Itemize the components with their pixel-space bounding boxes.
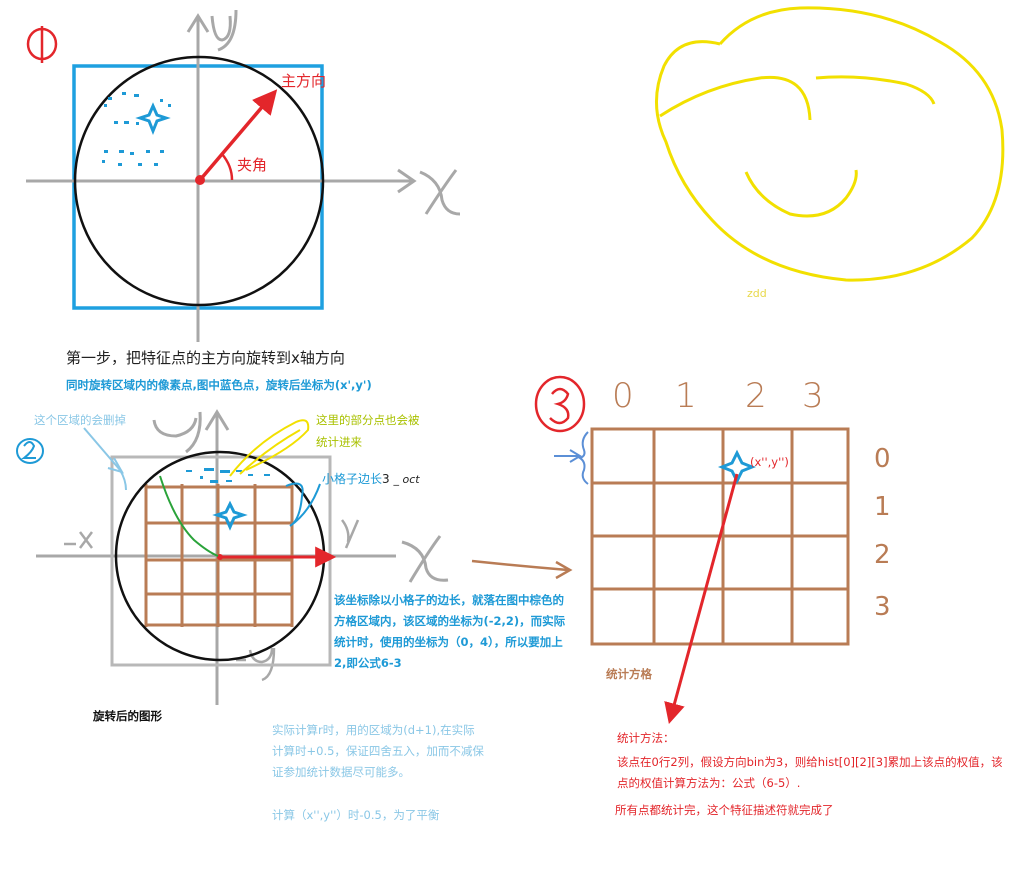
step1-marker-icon bbox=[26, 26, 58, 63]
panel3-method-body: 该点在0行2列，假设方向bin为3，则给hist[0][2][3]累加上该点的权… bbox=[617, 755, 1003, 790]
step1-note: 同时旋转区域内的像素点,图中蓝色点，旋转后坐标为(x',y') bbox=[66, 378, 372, 392]
panel2-yellow-scribble bbox=[229, 419, 310, 477]
panel3-col-header-1: 1 bbox=[675, 376, 697, 416]
panel3-row-header-1: 1 bbox=[874, 492, 891, 522]
panel3-row-header-3: 3 bbox=[874, 592, 891, 622]
panel3-col-header-2: 2 bbox=[745, 376, 767, 416]
panel3-conclusion: 所有点都统计完，这个特征描述符就完成了 bbox=[615, 803, 834, 817]
panel2-x-small-letter bbox=[341, 519, 360, 549]
panel1-y-letter bbox=[210, 9, 238, 52]
panel1-drawing bbox=[26, 9, 461, 342]
panel3-col-header-3: 3 bbox=[802, 376, 824, 416]
panel2-partial-points-note-2: 统计进来 bbox=[316, 435, 362, 449]
panel3-grid-caption: 统计方格 bbox=[606, 667, 652, 681]
panel3-blue-bracket bbox=[554, 431, 589, 485]
panel2-x-letter bbox=[401, 535, 449, 583]
step2-marker-icon bbox=[16, 438, 44, 464]
panel2-coordinate-explanation: 该坐标除以小格子的边长，就落在图中棕色的方格区域内，该区域的坐标为(-2,2)，… bbox=[334, 593, 566, 670]
cell-side-sigma: _ oct bbox=[393, 473, 420, 486]
panel3-method-title: 统计方法： bbox=[617, 731, 675, 745]
panel3-row-header-0: 0 bbox=[874, 444, 891, 474]
step1-text: 第一步，把特征点的主方向旋转到x轴方向 bbox=[66, 349, 345, 367]
panel3-red-arrow bbox=[664, 473, 739, 725]
panel1-angle-arc bbox=[221, 153, 234, 181]
panel2-deleted-region-note: 这个区域的会删掉 bbox=[34, 413, 126, 427]
panel1-x-letter bbox=[419, 169, 461, 216]
cell-side-3: 3 bbox=[382, 472, 390, 486]
panel2-blue-pixels bbox=[186, 468, 270, 483]
smiley-signature: zdd bbox=[747, 287, 767, 300]
panel2-y-letter bbox=[152, 411, 202, 454]
panel1-main-direction-label: 主方向 bbox=[281, 72, 327, 90]
panel1-keypoint-dot bbox=[195, 175, 205, 185]
smiley-doodle bbox=[654, 6, 1005, 282]
panel2-to-panel3-arrow bbox=[471, 559, 569, 572]
panel3-point-label: (x'',y'') bbox=[750, 455, 789, 469]
panel2-cell-side-label: 小格子边长3 _ oct bbox=[322, 471, 420, 488]
panel3-drawing bbox=[534, 375, 850, 725]
panel2-delete-arrow bbox=[83, 427, 127, 491]
diagram-canvas bbox=[16, 6, 1005, 725]
panel2-neg-x-letter bbox=[64, 531, 93, 549]
panel2-xy-note: 计算（x'',y''）时-0.5，为了平衡 bbox=[272, 808, 440, 822]
panel3-row-header-2: 2 bbox=[874, 540, 891, 570]
step3-marker-icon bbox=[534, 375, 586, 433]
panel3-col-header-0: 0 bbox=[612, 376, 634, 416]
panel2-rotated-caption: 旋转后的图形 bbox=[93, 709, 162, 723]
panel2-radius-note: 实际计算r时，用的区域为(d+1),在实际计算时+0.5，保证四舍五入，加而不减… bbox=[272, 723, 484, 779]
cell-side-text: 小格子边长 bbox=[322, 472, 383, 486]
panel1-blue-pixels bbox=[102, 92, 171, 166]
panel1-angle-label: 夹角 bbox=[237, 156, 268, 174]
panel2-partial-points-note-1: 这里的部分点也会被 bbox=[316, 413, 420, 427]
panel1-keypoint-star-icon bbox=[135, 102, 171, 136]
